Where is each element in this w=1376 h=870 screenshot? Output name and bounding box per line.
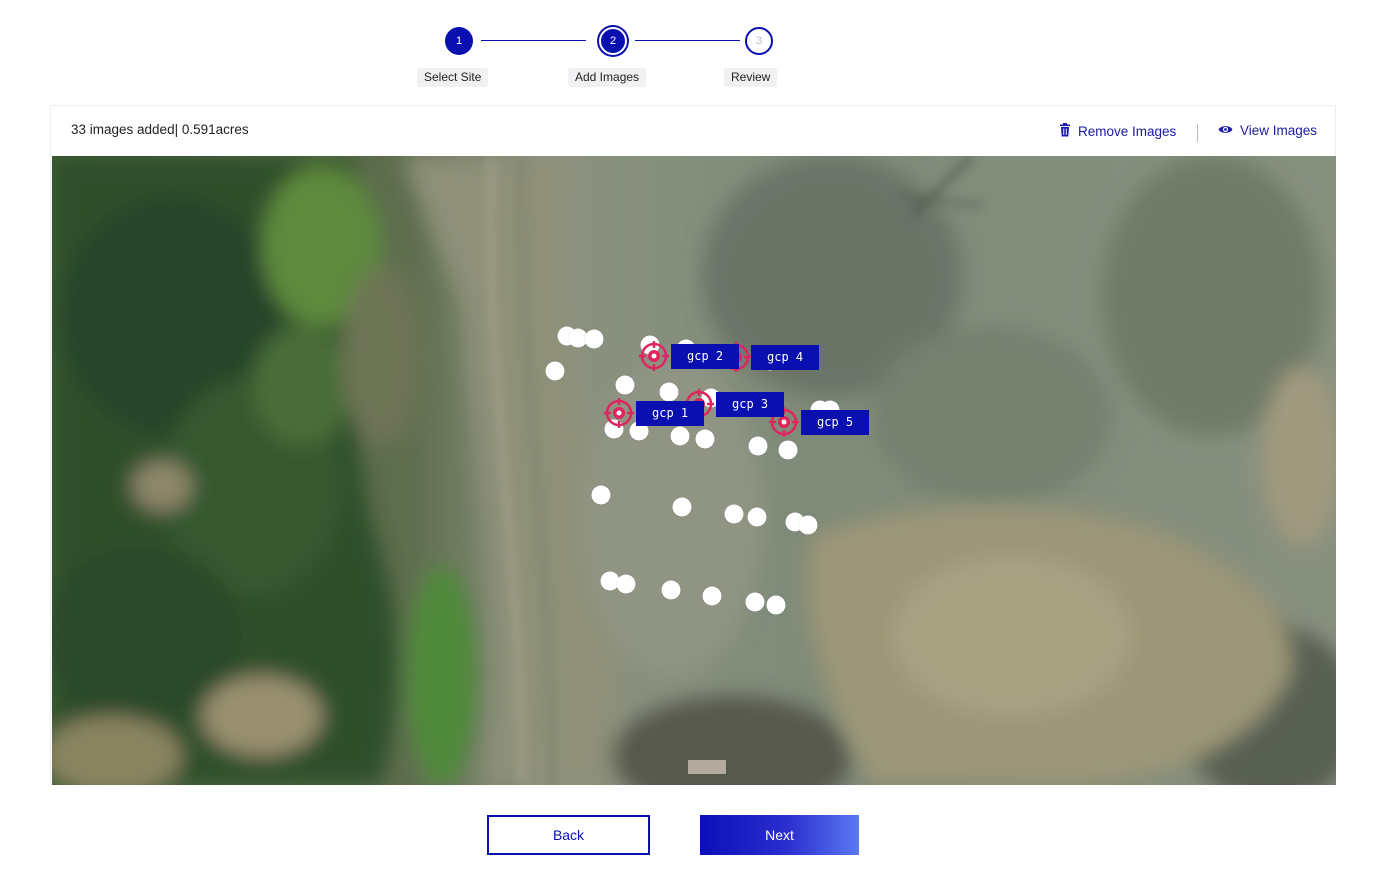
image-point[interactable] — [702, 586, 722, 606]
step-connector — [481, 40, 586, 41]
step-2-number: 2 — [609, 35, 617, 47]
gcp-2-label[interactable]: gcp 2 — [671, 344, 740, 369]
gcp-1-marker-icon[interactable] — [604, 398, 634, 428]
view-images-label: View Images — [1240, 123, 1318, 138]
image-point[interactable] — [661, 580, 681, 600]
trash-icon — [1059, 123, 1071, 140]
remove-images-button[interactable]: Remove Images — [1059, 123, 1176, 140]
view-images-button[interactable]: View Images — [1218, 123, 1317, 138]
remove-images-label: Remove Images — [1078, 124, 1177, 139]
gcp-1-label[interactable]: gcp 1 — [636, 401, 705, 426]
step-3-label: Review — [724, 68, 778, 87]
step-1-indicator[interactable]: 1 — [445, 27, 473, 55]
step-1-label: Select Site — [417, 68, 489, 87]
step-2-label: Add Images — [568, 68, 647, 87]
step-connector — [635, 40, 740, 41]
header-divider — [1197, 124, 1198, 142]
gcp-5-label[interactable]: gcp 5 — [801, 410, 870, 435]
image-point[interactable] — [616, 574, 636, 594]
image-point[interactable] — [745, 592, 765, 612]
image-point[interactable] — [545, 361, 565, 381]
eye-icon — [1218, 123, 1233, 138]
satellite-imagery — [52, 156, 1336, 785]
gcp-2-marker-icon[interactable] — [639, 341, 669, 371]
back-button[interactable]: Back — [487, 815, 650, 855]
image-point[interactable] — [798, 515, 818, 535]
image-point[interactable] — [672, 497, 692, 517]
card-header: 33 images added| 0.591acres Remove Image… — [51, 106, 1335, 156]
gcp-4-label[interactable]: gcp 4 — [751, 345, 820, 370]
images-summary: 33 images added| 0.591acres — [71, 122, 249, 137]
step-3-indicator[interactable]: 3 — [745, 27, 773, 55]
image-point[interactable] — [747, 507, 767, 527]
image-point[interactable] — [584, 329, 604, 349]
stepper: 1 2 3 Select Site Add Images Review — [0, 0, 1376, 100]
step-3-number: 3 — [755, 35, 763, 47]
gcp-3-label[interactable]: gcp 3 — [716, 392, 785, 417]
image-point[interactable] — [591, 485, 611, 505]
images-card: 33 images added| 0.591acres Remove Image… — [50, 105, 1336, 785]
satellite-map[interactable]: gcp 2 gcp 4 gcp 3 gcp 1 gcp 5 — [52, 156, 1336, 785]
step-1-number: 1 — [455, 35, 463, 47]
image-point[interactable] — [778, 440, 798, 460]
image-point[interactable] — [695, 429, 715, 449]
image-point[interactable] — [670, 426, 690, 446]
image-point[interactable] — [766, 595, 786, 615]
step-2-indicator[interactable]: 2 — [599, 27, 627, 55]
image-point[interactable] — [615, 375, 635, 395]
next-button[interactable]: Next — [700, 815, 859, 855]
image-point[interactable] — [748, 436, 768, 456]
image-point[interactable] — [659, 382, 679, 402]
image-point[interactable] — [724, 504, 744, 524]
